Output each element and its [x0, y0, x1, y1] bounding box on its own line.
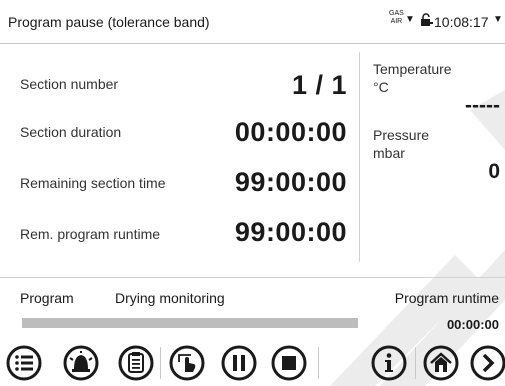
pause-icon[interactable] [220, 344, 258, 382]
program-runtime-value: 00:00:00 [446, 317, 499, 332]
alarm-icon[interactable] [62, 344, 100, 382]
home-icon[interactable] [422, 344, 460, 382]
gas-air-indicator[interactable]: GAS AIR [389, 10, 404, 26]
temperature-label: Temperature [373, 61, 452, 77]
clock-time: 10:08:17 [434, 14, 489, 30]
toolbar-divider [160, 347, 161, 379]
temperature-value: ----- [465, 94, 500, 117]
status-header: Program pause (tolerance band) GAS AIR ▼… [0, 0, 505, 44]
pressure-value: 0 [488, 160, 500, 183]
stop-icon[interactable] [270, 344, 308, 382]
program-name: Drying monitoring [115, 290, 225, 306]
pressure-label: Pressure [373, 127, 430, 143]
air-label: AIR [390, 18, 403, 25]
clock-dropdown-icon[interactable]: ▼ [493, 14, 503, 25]
rem-program-runtime-value: 99:00:00 [234, 217, 347, 247]
pressure-unit: mbar [373, 145, 405, 161]
section-number-value: 1 / 1 [291, 70, 347, 100]
gas-dropdown-icon[interactable]: ▼ [405, 14, 415, 25]
remaining-section-time-value: 99:00:00 [234, 167, 347, 197]
section-number-label: Section number [20, 76, 119, 92]
door-lock-icon[interactable] [420, 13, 434, 27]
rem-program-runtime-label: Rem. program runtime [20, 226, 161, 242]
section-divider [0, 277, 505, 278]
section-duration-label: Section duration [20, 124, 122, 140]
toolbar-divider [318, 347, 319, 379]
next-arrow-icon[interactable] [469, 344, 505, 382]
info-icon[interactable] [370, 344, 408, 382]
gas-label: GAS [389, 10, 404, 17]
program-label: Program [20, 290, 74, 306]
program-runtime-label: Program runtime [394, 290, 499, 306]
toolbar-divider [415, 347, 416, 379]
bottom-toolbar [0, 341, 505, 386]
temperature-unit: °C [373, 79, 389, 95]
list-menu-icon[interactable] [5, 344, 43, 382]
remaining-section-time-label: Remaining section time [20, 175, 166, 191]
panel-divider [359, 52, 360, 262]
page-title: Program pause (tolerance band) [8, 14, 210, 30]
program-progress-bar [22, 318, 358, 328]
section-duration-value: 00:00:00 [234, 117, 347, 147]
touch-icon[interactable] [168, 344, 206, 382]
clipboard-icon[interactable] [117, 344, 155, 382]
